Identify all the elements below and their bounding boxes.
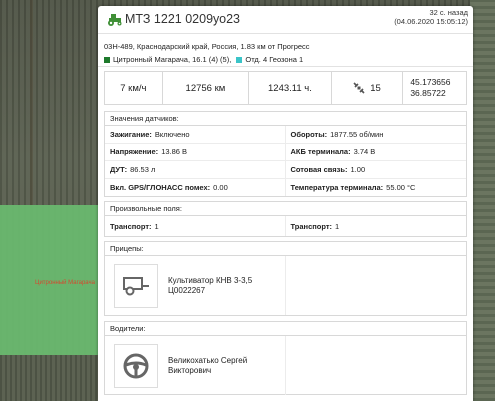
latitude-value: 45.173656 — [410, 77, 451, 87]
driver-image — [114, 343, 158, 388]
sensor-cell: Напряжение: 13.86 В — [105, 143, 286, 160]
driver-card-empty — [286, 336, 467, 395]
custom-fields-title: Произвольные поля: — [105, 202, 466, 216]
custom-field-label: Транспорт: — [110, 221, 152, 231]
stats-bar: 7 км/ч 12756 км 1243.11 ч. 15 45.173656 … — [104, 71, 467, 105]
trailer-code: Ц0022267 — [168, 285, 206, 295]
custom-field-value: 1 — [154, 221, 159, 231]
speed-value: 7 км/ч — [105, 72, 163, 104]
trailers-row: Культиватор КНВ 3-3,5 Ц0022267 — [105, 256, 466, 315]
sensor-row: Вкл. GPS/ГЛОНАСС помех: 0.00 Температура … — [105, 178, 467, 197]
sensor-label: ДУТ: — [110, 164, 128, 174]
geofences-line: Цитронный Магарача, 16.1 (4) (5), Отд. 4… — [104, 55, 303, 64]
last-message-datetime: (04.06.2020 15:05:12) — [394, 17, 468, 26]
drivers-section: Водители: Великохатько Сергей Викторович — [104, 321, 467, 395]
sensors-section: Значения датчиков: Зажигание: Включено Об… — [104, 111, 467, 197]
address: 03Н-489, Краснодарский край, Россия, 1.8… — [104, 42, 310, 51]
trailers-title: Прицепы: — [105, 242, 466, 256]
custom-fields-section: Произвольные поля: Транспорт: 1 Транспорт… — [104, 201, 467, 237]
custom-field-label: Транспорт: — [290, 221, 333, 231]
last-message-ago: 32 с. назад — [429, 8, 468, 17]
driver-name: Великохатько Сергей Викторович — [168, 356, 247, 376]
trailer-card[interactable]: Культиватор КНВ 3-3,5 Ц0022267 — [105, 256, 286, 315]
trailers-section: Прицепы: Культиватор КНВ 3-3,5 Ц0022267 — [104, 241, 467, 316]
trailer-name-line: Культиватор КНВ 3-3,5 — [168, 275, 253, 285]
geofence-color-square — [236, 57, 243, 63]
custom-field-row: Транспорт: 1 Транспорт: 1 — [105, 216, 466, 236]
sensor-value: Включено — [154, 129, 190, 139]
sensor-label: Сотовая связь: — [290, 164, 348, 174]
sensor-cell: Вкл. GPS/ГЛОНАСС помех: 0.00 — [105, 178, 286, 196]
sensor-cell: ДУТ: 86.53 л — [105, 161, 286, 178]
map-field — [470, 0, 495, 401]
tractor-icon — [108, 14, 122, 26]
sensor-label: АКБ терминала: — [290, 147, 351, 157]
map-field — [0, 355, 98, 401]
sensor-value: 3.74 В — [353, 147, 376, 157]
satellite-icon — [353, 82, 365, 94]
sensor-cell: Зажигание: Включено — [105, 126, 286, 143]
coordinates-cell: 45.173656 36.85722 — [403, 72, 466, 104]
trailer-icon — [123, 276, 149, 295]
trailer-name: Культиватор КНВ 3-3,5 Ц0022267 — [168, 276, 252, 296]
sensor-value: 0.00 — [213, 182, 228, 192]
sensors-title: Значения датчиков: — [105, 112, 466, 126]
trailer-card-empty — [286, 256, 467, 315]
odometer-value: 12756 км — [163, 72, 250, 104]
sensor-label: Зажигание: — [110, 129, 152, 139]
sensor-row: ДУТ: 86.53 л Сотовая связь: 1.00 — [105, 161, 466, 179]
satellites-cell: 15 — [332, 72, 404, 104]
driver-name-line: Викторович — [168, 365, 212, 375]
sensor-row: Напряжение: 13.86 В АКБ терминала: 3.74 В — [105, 143, 467, 161]
engine-hours-value: 1243.11 ч. — [249, 72, 332, 104]
trailer-image — [114, 263, 158, 308]
geofence-color-square — [104, 57, 110, 63]
geofence-name[interactable]: Цитронный Магарача, 16.1 (4) (5), — [113, 55, 231, 64]
geofence-map-label: Цитронный Магарача — [35, 280, 95, 286]
sensor-cell: АКБ терминала: 3.74 В — [286, 144, 467, 161]
sensor-cell: Обороты: 1877.55 об/мин — [286, 126, 467, 143]
satellites-count: 15 — [370, 82, 381, 94]
sensor-label: Обороты: — [290, 129, 328, 139]
sensor-row: Зажигание: Включено Обороты: 1877.55 об/ми… — [105, 126, 466, 144]
sensor-value: 1.00 — [350, 164, 366, 174]
drivers-title: Водители: — [105, 322, 466, 336]
sensor-cell: Сотовая связь: 1.00 — [286, 161, 467, 178]
sensor-label: Температура терминала: — [290, 182, 384, 192]
divider — [98, 33, 473, 34]
custom-field-cell: Транспорт: 1 — [105, 216, 286, 236]
driver-card[interactable]: Великохатько Сергей Викторович — [105, 336, 286, 395]
sensor-cell: Температура терминала: 55.00 °C — [286, 179, 467, 197]
unit-popup: МТЗ 1221 0209уо23 32 с. назад (04.06.202… — [98, 6, 473, 401]
divider — [98, 66, 473, 67]
longitude-value: 36.85722 — [410, 88, 446, 98]
sensor-value: 55.00 °C — [386, 182, 416, 192]
steering-wheel-icon — [123, 353, 149, 378]
custom-field-value: 1 — [335, 221, 340, 231]
driver-name-line: Великохатько Сергей — [168, 355, 248, 365]
sensor-value: 86.53 л — [130, 164, 156, 174]
drivers-row: Великохатько Сергей Викторович — [105, 336, 466, 395]
unit-title: МТЗ 1221 0209уо23 — [125, 12, 240, 26]
geofence-name[interactable]: Отд. 4 Геозона 1 — [245, 55, 303, 64]
sensor-value: 1877.55 об/мин — [330, 129, 384, 139]
popup-header: МТЗ 1221 0209уо23 32 с. назад (04.06.202… — [98, 6, 473, 32]
custom-field-cell: Транспорт: 1 — [286, 216, 467, 236]
sensor-label: Вкл. GPS/ГЛОНАСС помех: — [110, 182, 211, 192]
sensor-label: Напряжение: — [110, 147, 159, 157]
sensor-value: 13.86 В — [161, 147, 188, 157]
